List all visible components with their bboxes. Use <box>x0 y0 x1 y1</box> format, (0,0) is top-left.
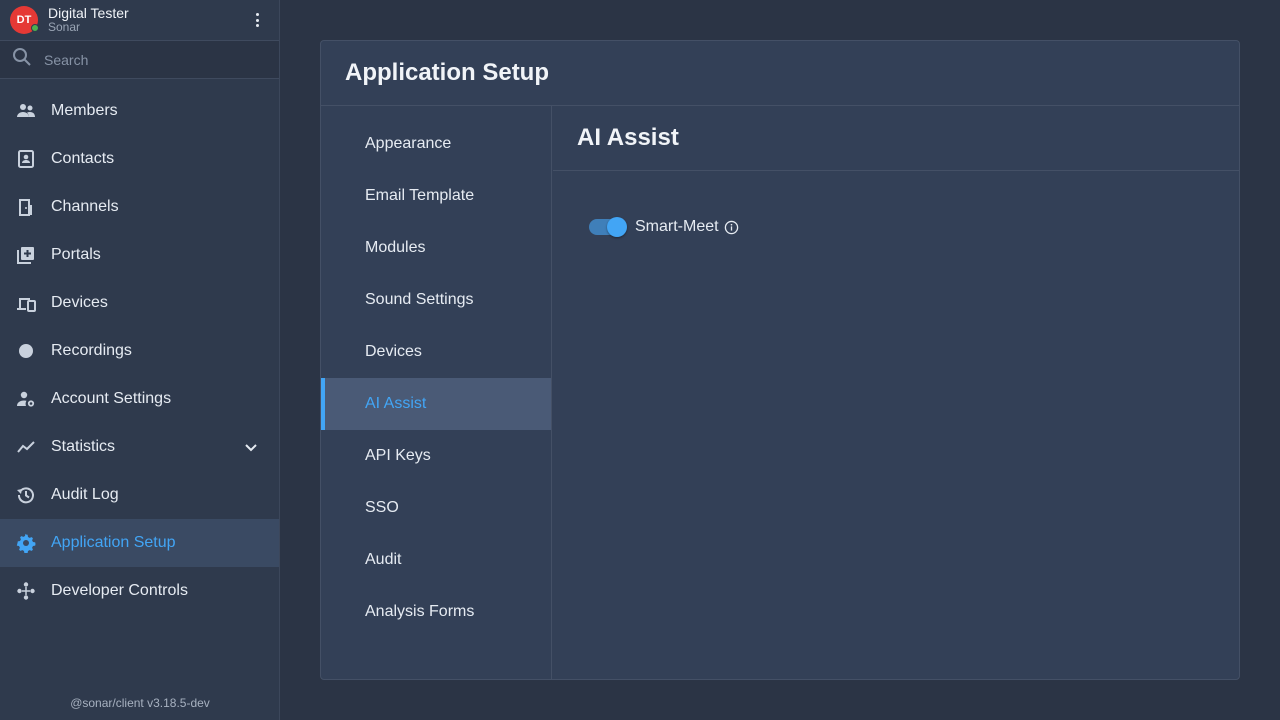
user-header[interactable]: DT Digital Tester Sonar <box>0 0 279 40</box>
sidebar-item-devices[interactable]: Devices <box>0 279 279 327</box>
account-settings-icon <box>16 389 36 409</box>
channels-icon <box>16 197 36 217</box>
sidebar-item-label: Statistics <box>51 438 116 455</box>
portals-icon <box>16 245 36 265</box>
subnav-item-sso[interactable]: SSO <box>321 482 551 534</box>
sidebar-nav: Members Contacts Channels Portals Device… <box>0 87 279 615</box>
contacts-icon <box>16 149 36 169</box>
sidebar-item-label: Members <box>51 102 118 119</box>
sidebar-item-label: Account Settings <box>51 390 172 407</box>
members-icon <box>16 101 36 121</box>
developer-controls-icon <box>16 581 36 601</box>
sidebar-item-developer-controls[interactable]: Developer Controls <box>0 567 279 615</box>
subnav-item-audit[interactable]: Audit <box>321 534 551 586</box>
search-bar <box>0 40 279 79</box>
sidebar-item-account-settings[interactable]: Account Settings <box>0 375 279 423</box>
info-icon[interactable] <box>724 220 739 235</box>
sidebar-item-members[interactable]: Members <box>0 87 279 135</box>
sidebar: DT Digital Tester Sonar Members Contacts <box>0 0 280 720</box>
subnav-item-email-template[interactable]: Email Template <box>321 170 551 222</box>
settings-subnav: Appearance Email Template Modules Sound … <box>321 106 552 679</box>
avatar-initials: DT <box>16 14 32 26</box>
search-input[interactable] <box>44 51 244 68</box>
toggle-knob <box>607 217 627 237</box>
user-org: Sonar <box>48 20 81 34</box>
smart-meet-toggle[interactable] <box>589 217 627 237</box>
recordings-icon <box>16 341 36 361</box>
sidebar-item-recordings[interactable]: Recordings <box>0 327 279 375</box>
section-title: AI Assist <box>553 106 1239 171</box>
subnav-item-devices[interactable]: Devices <box>321 326 551 378</box>
ai-assist-section: AI Assist Smart-Meet <box>553 106 1239 679</box>
subnav-item-modules[interactable]: Modules <box>321 222 551 274</box>
sidebar-item-label: Contacts <box>51 150 115 167</box>
sidebar-item-label: Devices <box>51 294 108 311</box>
sidebar-item-application-setup[interactable]: Application Setup <box>0 519 279 567</box>
search-icon <box>12 47 32 72</box>
sidebar-item-label: Audit Log <box>51 486 119 503</box>
subnav-item-analysis-forms[interactable]: Analysis Forms <box>321 586 551 638</box>
more-options-icon[interactable] <box>249 12 265 28</box>
sidebar-item-contacts[interactable]: Contacts <box>0 135 279 183</box>
sidebar-item-channels[interactable]: Channels <box>0 183 279 231</box>
devices-icon <box>16 293 36 313</box>
smart-meet-row: Smart-Meet <box>589 217 1239 237</box>
sidebar-item-label: Portals <box>51 246 101 263</box>
smart-meet-label: Smart-Meet <box>635 218 719 235</box>
gear-icon <box>16 533 36 553</box>
subnav-item-api-keys[interactable]: API Keys <box>321 430 551 482</box>
sidebar-item-audit-log[interactable]: Audit Log <box>0 471 279 519</box>
audit-log-icon <box>16 485 36 505</box>
presence-indicator <box>31 24 39 32</box>
subnav-item-appearance[interactable]: Appearance <box>321 118 551 170</box>
avatar[interactable]: DT <box>10 6 39 34</box>
sidebar-item-label: Recordings <box>51 342 132 359</box>
subnav-item-ai-assist[interactable]: AI Assist <box>321 378 551 430</box>
chevron-down-icon[interactable] <box>243 439 259 455</box>
sidebar-item-label: Application Setup <box>51 534 176 551</box>
sidebar-item-label: Developer Controls <box>51 582 188 599</box>
page-title: Application Setup <box>321 41 1239 106</box>
sidebar-item-label: Channels <box>51 198 119 215</box>
subnav-item-sound-settings[interactable]: Sound Settings <box>321 274 551 326</box>
version-label: @sonar/client v3.18.5-dev <box>70 696 210 710</box>
sidebar-item-portals[interactable]: Portals <box>0 231 279 279</box>
sidebar-item-statistics[interactable]: Statistics <box>0 423 279 471</box>
statistics-icon <box>16 437 36 457</box>
application-setup-panel: Application Setup Appearance Email Templ… <box>320 40 1240 680</box>
user-name: Digital Tester <box>48 5 129 21</box>
